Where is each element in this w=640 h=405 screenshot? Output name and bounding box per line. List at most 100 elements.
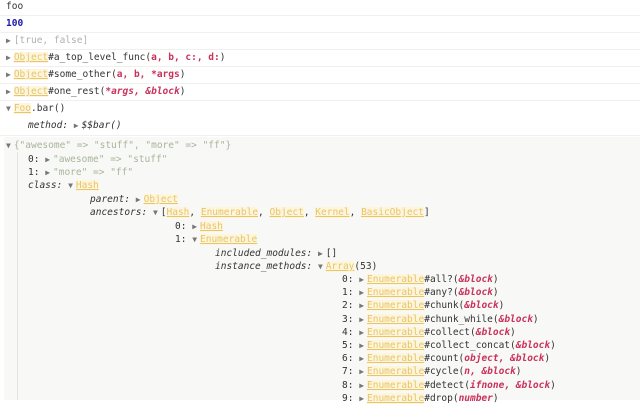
- index: 1:: [28, 167, 40, 178]
- method-name: #any?: [424, 287, 453, 299]
- value: []: [325, 248, 338, 259]
- method-entry[interactable]: 6: ▶ Enumerable#count(object, &block): [342, 352, 550, 365]
- expand-icon[interactable]: ▶: [45, 155, 50, 164]
- hash-value: {"awesome" => "stuff", "more" => "ff"}: [13, 140, 232, 151]
- instance-methods-row[interactable]: instance_methods: ▼ Array(53): [215, 260, 377, 273]
- ancestor-link[interactable]: Kernel: [315, 207, 350, 218]
- expand-icon[interactable]: ▶: [359, 354, 364, 363]
- collapse-icon[interactable]: ▼: [6, 104, 11, 113]
- class-link[interactable]: Enumerable: [367, 379, 425, 391]
- method-entry[interactable]: 3: ▶ Enumerable#chunk_while(&block): [342, 313, 539, 326]
- class-link[interactable]: Object: [13, 52, 49, 63]
- class-link[interactable]: Enumerable: [367, 392, 425, 404]
- method-entry[interactable]: 7: ▶ Enumerable#cycle(n, &block): [342, 365, 522, 378]
- hash-entry[interactable]: 1: ▶ "more" => "ff": [28, 166, 133, 179]
- expand-icon[interactable]: ▶: [359, 394, 364, 403]
- log-func1[interactable]: ▶ Object#a_top_level_func(a, b, c:, d:): [6, 51, 225, 64]
- class-link[interactable]: Enumerable: [367, 353, 425, 365]
- params: a, b, *args: [116, 69, 180, 80]
- collapse-icon[interactable]: ▼: [153, 208, 158, 217]
- index: 6:: [342, 353, 354, 365]
- log-array[interactable]: ▶ [true, false]: [6, 34, 88, 47]
- expand-icon[interactable]: ▶: [359, 288, 364, 297]
- class-link[interactable]: Enumerable: [367, 340, 425, 351]
- class-row[interactable]: class: ▼ Hash: [28, 179, 99, 192]
- tree-guide: [17, 152, 18, 400]
- class-link[interactable]: Enumerable: [367, 300, 425, 312]
- collapse-icon[interactable]: ▼: [318, 262, 323, 271]
- params: n, &block: [464, 366, 516, 378]
- expand-icon[interactable]: ▶: [359, 367, 364, 376]
- ancestor-entry[interactable]: 1: ▼ Enumerable: [175, 233, 258, 246]
- class-link[interactable]: Object: [13, 86, 49, 97]
- method-entry[interactable]: 1: ▶ Enumerable#any?(&block): [342, 286, 499, 299]
- class-link[interactable]: Enumerable: [367, 287, 425, 299]
- index: 0:: [28, 154, 40, 165]
- expand-icon[interactable]: ▶: [6, 36, 11, 45]
- expand-icon[interactable]: ▶: [359, 301, 364, 310]
- params: &block: [498, 313, 533, 325]
- expand-icon[interactable]: ▶: [74, 121, 79, 130]
- expand-icon[interactable]: ▶: [6, 70, 11, 79]
- ancestor-link[interactable]: BasicObject: [361, 207, 424, 218]
- expand-icon[interactable]: ▶: [359, 381, 364, 390]
- class-link[interactable]: Enumerable: [367, 274, 425, 285]
- params: &block: [475, 326, 511, 338]
- method-entry[interactable]: 2: ▶ Enumerable#chunk(&block): [342, 299, 504, 312]
- method-entry[interactable]: 8: ▶ Enumerable#detect(ifnone, &block): [342, 379, 556, 392]
- class-link[interactable]: Array: [325, 261, 355, 272]
- log-func3[interactable]: ▶ Object#one_rest(*args, &block): [6, 85, 185, 98]
- key: included_modules:: [215, 248, 313, 259]
- expand-icon[interactable]: ▶: [359, 275, 364, 284]
- class-link[interactable]: Enumerable: [367, 366, 425, 378]
- method-name: #a_top_level_func(: [48, 52, 152, 63]
- collapse-icon[interactable]: ▼: [6, 141, 11, 150]
- ancestor-entry[interactable]: 0: ▶ Hash: [175, 220, 223, 233]
- ancestors-row[interactable]: ancestors: ▼ [Hash, Enumerable, Object, K…: [90, 206, 430, 219]
- hash-row[interactable]: ▼ {"awesome" => "stuff", "more" => "ff"}: [6, 139, 231, 152]
- expand-icon[interactable]: ▶: [45, 168, 50, 177]
- ancestor-link[interactable]: Object: [269, 207, 304, 218]
- hash-entry[interactable]: 0: ▶ "awesome" => "stuff": [28, 153, 167, 166]
- collapse-icon[interactable]: ▼: [192, 235, 197, 244]
- params: *args, &block: [105, 86, 180, 97]
- method-name: #drop: [424, 392, 453, 404]
- class-link[interactable]: Enumerable: [367, 313, 425, 325]
- class-link[interactable]: Hash: [200, 221, 223, 232]
- expand-icon[interactable]: ▶: [359, 315, 364, 324]
- index: 0:: [342, 274, 354, 285]
- expand-icon[interactable]: ▶: [359, 328, 364, 337]
- method-row[interactable]: method: ▶ $$bar(): [28, 119, 122, 132]
- class-link[interactable]: Object: [143, 194, 178, 205]
- expand-icon[interactable]: ▶: [359, 341, 364, 350]
- collapse-icon[interactable]: ▼: [68, 181, 73, 190]
- ancestor-link[interactable]: Hash: [166, 207, 190, 218]
- expand-icon[interactable]: ▶: [192, 222, 197, 231]
- array-value: [true, false]: [13, 35, 89, 46]
- method-entry[interactable]: 5: ▶ Enumerable#collect_concat(&block): [342, 339, 556, 352]
- log-foo-bar[interactable]: ▼ Foo.bar(): [6, 102, 65, 115]
- params: number: [458, 392, 493, 404]
- method-entry[interactable]: 0: ▶ Enumerable#all?(&block): [342, 273, 499, 286]
- method-entry[interactable]: 4: ▶ Enumerable#collect(&block): [342, 326, 516, 339]
- expand-icon[interactable]: ▶: [318, 249, 323, 258]
- class-link[interactable]: Foo: [13, 103, 31, 114]
- class-link[interactable]: Object: [13, 69, 49, 80]
- class-link[interactable]: Enumerable: [367, 326, 425, 338]
- log-number: 100: [6, 18, 24, 29]
- method-entry[interactable]: 9: ▶ Enumerable#drop(number): [342, 392, 499, 405]
- index: 2:: [342, 300, 354, 312]
- index: 3:: [342, 313, 354, 325]
- expand-icon[interactable]: ▶: [136, 195, 141, 204]
- expand-icon[interactable]: ▶: [6, 53, 11, 62]
- class-link[interactable]: Enumerable: [200, 234, 258, 245]
- expand-icon[interactable]: ▶: [6, 87, 11, 96]
- index: 8:: [342, 379, 354, 391]
- included-modules-row[interactable]: included_modules: ▶[]: [215, 247, 337, 260]
- log-func2[interactable]: ▶ Object#some_other(a, b, *args): [6, 68, 185, 81]
- ancestor-link[interactable]: Enumerable: [200, 207, 259, 218]
- parent-row[interactable]: parent: ▶ Object: [90, 193, 178, 206]
- class-link[interactable]: Hash: [75, 180, 99, 191]
- params: &block: [464, 300, 499, 312]
- entry-value: "more" => "ff": [53, 167, 134, 178]
